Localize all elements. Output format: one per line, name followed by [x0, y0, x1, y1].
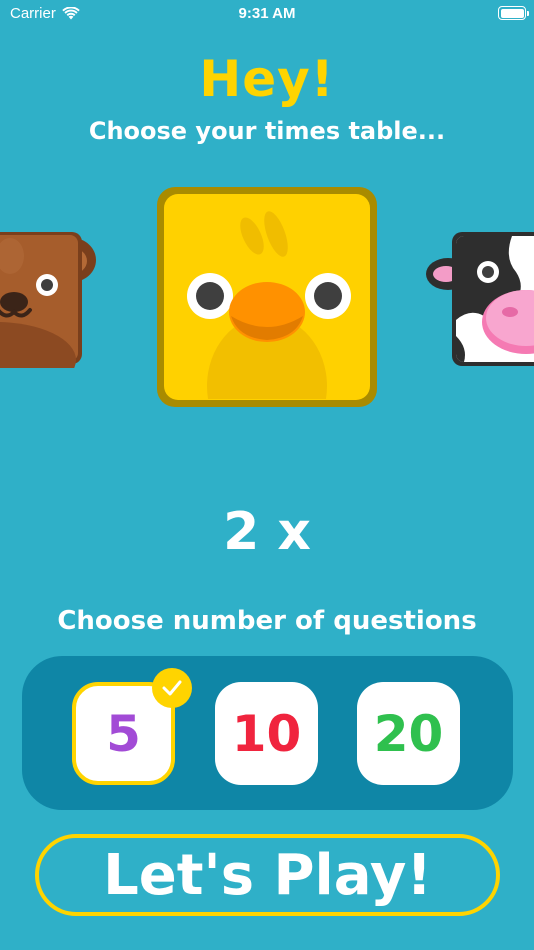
- bear-icon: [0, 232, 96, 368]
- cow-icon: [426, 232, 534, 366]
- questions-label: Choose number of questions: [57, 606, 477, 636]
- times-table-value: 2 x: [223, 502, 311, 562]
- checkmark-icon: [162, 680, 182, 696]
- page-title: Hey!: [199, 50, 335, 108]
- animal-bear-card[interactable]: [0, 228, 100, 368]
- battery-level: [500, 8, 524, 18]
- option-10-questions[interactable]: 10: [215, 682, 318, 785]
- animal-cow-card[interactable]: [424, 228, 534, 368]
- status-time: 9:31 AM: [238, 5, 296, 22]
- animal-chick-card[interactable]: [156, 186, 378, 408]
- battery-icon: [498, 6, 529, 20]
- lets-play-button[interactable]: Let's Play!: [35, 834, 500, 916]
- chick-icon: [157, 187, 377, 407]
- option-20-questions[interactable]: 20: [357, 682, 460, 785]
- question-options-panel: 5 10 20: [22, 656, 513, 810]
- page-subtitle: Choose your times table...: [88, 117, 446, 145]
- status-bar: Carrier 9:31 AM: [0, 0, 534, 28]
- selected-check-badge: [152, 668, 192, 708]
